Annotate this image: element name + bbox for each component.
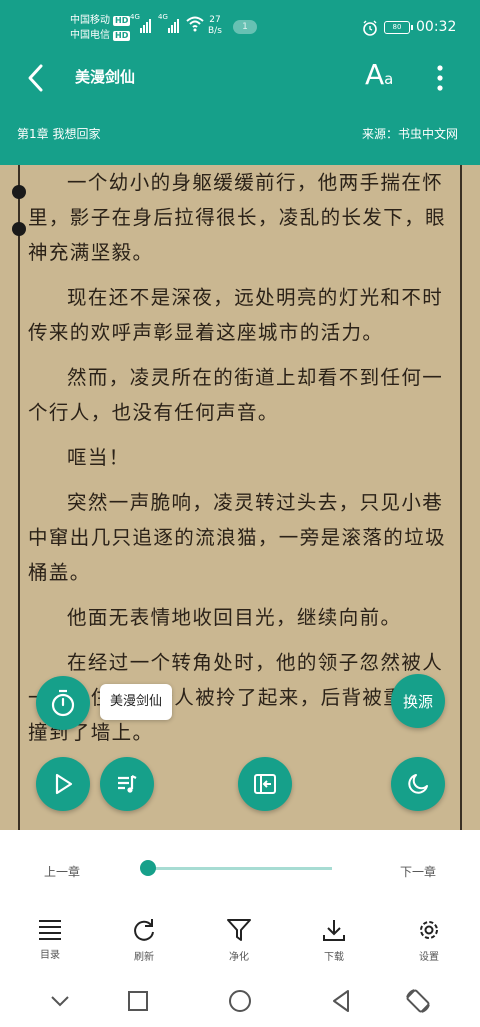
toc-label: 目录 — [40, 950, 60, 961]
home-button[interactable] — [226, 987, 254, 1015]
battery-icon: 80 — [384, 21, 413, 34]
exit-page-icon — [254, 774, 276, 794]
notification-count: 1 — [233, 20, 257, 34]
page-right-border — [460, 165, 462, 830]
night-mode-button[interactable] — [391, 757, 445, 811]
network-speed: 27 B/s — [208, 15, 222, 36]
slider-thumb[interactable] — [140, 860, 156, 876]
selection-handle-end[interactable] — [12, 222, 26, 236]
signal-icon-2: 4G — [158, 13, 179, 33]
hd-badge-1: HD — [113, 15, 131, 26]
page-left-border — [18, 165, 20, 830]
purify-button[interactable]: 净化 — [209, 918, 269, 963]
back-button[interactable] — [22, 61, 52, 95]
more-menu-button[interactable] — [428, 63, 452, 93]
play-icon — [55, 773, 73, 795]
play-button[interactable] — [36, 757, 90, 811]
reader-bottom-panel: 上一章 下一章 目录 刷新 净化 下载 设置 — [0, 830, 480, 975]
font-icon-main: A — [365, 58, 385, 91]
paragraph: 突然一声脆响，凌灵转过头去，只见小巷中窜出几只追逐的流浪猫，一旁是滚落的垃圾桶盖… — [28, 491, 447, 584]
paragraph: 哐当！ — [67, 446, 130, 469]
change-source-button[interactable]: 换源 — [391, 674, 445, 728]
chapter-progress-slider[interactable] — [148, 867, 332, 870]
refresh-label: 刷新 — [134, 952, 154, 963]
refresh-icon — [134, 919, 154, 941]
carrier-info: 中国移动 HD 中国电信 HD — [70, 13, 131, 43]
timer-button[interactable] — [36, 676, 90, 730]
wifi-icon — [186, 16, 204, 32]
stopwatch-icon — [51, 689, 75, 717]
alarm-icon — [363, 20, 377, 36]
refresh-button[interactable]: 刷新 — [114, 918, 174, 963]
settings-label: 设置 — [419, 952, 439, 963]
collapse-nav-button[interactable] — [46, 987, 74, 1015]
back-nav-button[interactable] — [328, 987, 356, 1015]
source-label: 来源：书虫中文网 — [361, 127, 458, 141]
chapter-title: 第1章 我想回家 — [17, 127, 101, 141]
download-label: 下载 — [324, 952, 344, 963]
rotate-screen-button[interactable] — [404, 987, 432, 1015]
list-icon — [39, 920, 61, 940]
settings-button[interactable]: 设置 — [399, 918, 459, 963]
system-navigation-bar — [0, 975, 480, 1027]
clock: 00:32 — [416, 19, 457, 35]
recents-button[interactable] — [124, 987, 152, 1015]
playlist-music-icon — [118, 775, 137, 793]
font-size-button[interactable]: Aa — [365, 58, 393, 91]
previous-chapter-button[interactable]: 上一章 — [44, 863, 80, 880]
paragraph: 他面无表情地收回目光，继续向前。 — [67, 606, 402, 629]
selection-handle-start[interactable] — [12, 185, 26, 199]
download-button[interactable]: 下载 — [304, 918, 364, 963]
moon-icon — [408, 774, 428, 794]
hd-badge-2: HD — [113, 30, 131, 41]
book-title: 美漫剑仙 — [75, 68, 136, 86]
reading-page[interactable]: 一个幼小的身躯缓缓前行，他两手揣在怀里，影子在身后拉得很长，凌乱的长发下，眼神充… — [0, 165, 480, 830]
carrier-2: 中国电信 — [70, 30, 110, 41]
download-icon — [323, 920, 345, 941]
next-chapter-button[interactable]: 下一章 — [400, 863, 436, 880]
gear-icon — [420, 921, 438, 939]
purify-label: 净化 — [229, 952, 249, 963]
paragraph: 一个幼小的身躯缓缓前行，他两手揣在怀里，影子在身后拉得很长，凌乱的长发下，眼神充… — [28, 171, 447, 264]
auto-scroll-button[interactable] — [238, 757, 292, 811]
font-icon-sub: a — [384, 70, 394, 88]
paragraph: 现在还不是深夜，远处明亮的灯光和不时传来的欢呼声彰显着这座城市的活力。 — [28, 286, 444, 344]
read-aloud-button[interactable] — [100, 757, 154, 811]
signal-icon-1: 4G — [130, 13, 151, 33]
chapter-text: 一个幼小的身躯缓缓前行，他两手揣在怀里，影子在身后拉得很长，凌乱的长发下，眼神充… — [28, 165, 458, 760]
status-bar: 中国移动 HD 中国电信 HD 4G 4G 27 B/s 1 80 00:32 — [0, 0, 480, 55]
carrier-1: 中国移动 — [70, 15, 110, 26]
book-title-tooltip: 美漫剑仙 — [100, 684, 173, 720]
reader-top-bar: 美漫剑仙 Aa 第1章 我想回家 来源：书虫中文网 — [0, 55, 480, 165]
toc-button[interactable]: 目录 — [20, 918, 80, 961]
filter-icon — [227, 919, 251, 941]
paragraph: 然而，凌灵所在的街道上却看不到任何一个行人，也没有任何声音。 — [28, 366, 444, 424]
